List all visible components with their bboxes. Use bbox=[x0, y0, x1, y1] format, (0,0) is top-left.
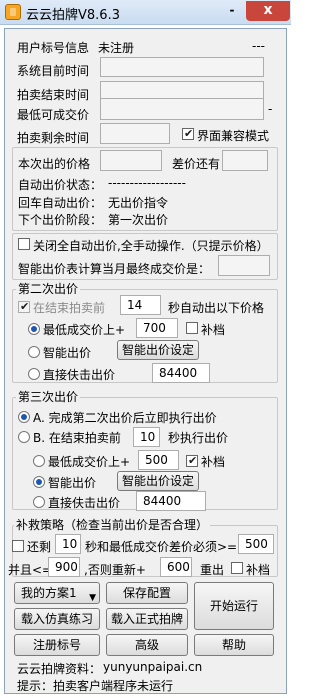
save-config-button[interactable]: 保存配置 bbox=[106, 582, 188, 604]
load-real-button[interactable]: 载入正式拍牌 bbox=[106, 608, 188, 630]
rescue-remain-suffix: 秒和最低成交价差价必须>= bbox=[85, 540, 238, 554]
third-opt-b-label: B. 在结束拍卖前 bbox=[33, 431, 121, 445]
second-before-end-suffix: 秒自动出以下价格 bbox=[168, 301, 265, 315]
rescue-diff-input[interactable]: 500 bbox=[238, 534, 274, 554]
rescue-else-label: ,否则重新+ bbox=[84, 563, 146, 577]
third-opt-a-label: A. 完成第二次出价后立即执行出价 bbox=[33, 411, 217, 425]
second-smart-settings-button[interactable]: 智能出价设定 bbox=[117, 340, 199, 360]
hint-label: 提示： bbox=[17, 679, 54, 693]
close-button[interactable]: x bbox=[246, 1, 290, 21]
min-price-label: 最低可成交价 bbox=[17, 108, 90, 122]
minimize-button[interactable]: - bbox=[221, 2, 243, 20]
third-opt-a-radio[interactable] bbox=[18, 411, 30, 423]
account-value: 未注册 bbox=[98, 41, 135, 55]
second-opt-min-label: 最低成交价上+ bbox=[43, 323, 126, 337]
rescue-fill-label: 补档 bbox=[246, 563, 271, 577]
third-opt-min-label: 最低成交价上+ bbox=[48, 455, 131, 469]
third-opt-smart-radio[interactable] bbox=[33, 476, 45, 488]
rescue-resubmit-label: 重出 bbox=[200, 563, 225, 577]
plan-select[interactable]: 我的方案1 ▼ bbox=[14, 582, 100, 604]
app-icon bbox=[5, 4, 21, 20]
hint-value: 拍卖客户端程序未运行 bbox=[53, 679, 174, 693]
system-time-field bbox=[100, 57, 264, 77]
second-opt-smart-label: 智能出价 bbox=[43, 346, 92, 360]
enter-auto-label: 回车自动出价： bbox=[18, 196, 103, 210]
third-opt-direct-input[interactable]: 84400 bbox=[136, 491, 206, 511]
close-all-auto-label: 关闭全自动出价,全手动操作.（只提示价格） bbox=[33, 239, 269, 253]
plan-select-value: 我的方案1 bbox=[21, 586, 77, 600]
advanced-button[interactable]: 高级 bbox=[106, 634, 188, 656]
this-bid-field bbox=[100, 150, 162, 171]
enter-auto-value: 无出价指令 bbox=[108, 196, 169, 210]
third-opt-b-radio[interactable] bbox=[18, 431, 30, 443]
close-all-auto-checkbox[interactable] bbox=[18, 238, 30, 250]
rescue-else-input[interactable]: 600 bbox=[160, 557, 192, 577]
second-opt-min-input[interactable]: 700 bbox=[136, 318, 178, 338]
remaining-time-field bbox=[100, 123, 170, 144]
this-bid-label: 本次出的价格 bbox=[18, 157, 91, 171]
auto-status-label: 自动出价状态： bbox=[18, 178, 103, 192]
second-fill-checkbox[interactable] bbox=[186, 322, 198, 334]
third-opt-direct-label: 直接伕击出价 bbox=[48, 496, 121, 510]
third-opt-b-suffix: 秒执行出价 bbox=[168, 431, 229, 445]
next-stage-value: 第一次出价 bbox=[108, 213, 169, 227]
second-opt-min-radio[interactable] bbox=[28, 323, 40, 335]
second-before-end-input[interactable]: 14 bbox=[120, 295, 161, 315]
remaining-time-label: 拍卖剩余时间 bbox=[17, 131, 90, 145]
account-extra: --- bbox=[252, 39, 265, 53]
window-title: 云云拍牌V8.6.3 bbox=[26, 8, 120, 23]
smart-calc-label: 智能出价表计算当月最终成交价是： bbox=[18, 262, 211, 276]
help-button[interactable]: 帮助 bbox=[194, 634, 274, 656]
site-link[interactable]: yunyunpaipai.cn bbox=[103, 660, 202, 674]
third-opt-min-input[interactable]: 500 bbox=[138, 450, 179, 470]
end-time-label: 拍卖结束时间 bbox=[17, 88, 90, 102]
start-run-button[interactable]: 开始运行 bbox=[194, 582, 274, 630]
compat-mode-label: 界面兼容模式 bbox=[197, 129, 270, 143]
chevron-down-icon: ▼ bbox=[89, 593, 96, 603]
rescue-remain-label: 还剩 bbox=[27, 540, 52, 554]
third-opt-b-input[interactable]: 10 bbox=[133, 427, 160, 447]
compat-mode-checkbox[interactable] bbox=[182, 128, 194, 140]
diff-label: 差价还有 bbox=[172, 157, 221, 171]
next-stage-label: 下个出价阶段： bbox=[18, 213, 103, 227]
rescue-fill-checkbox[interactable] bbox=[231, 562, 243, 574]
third-smart-settings-button[interactable]: 智能出价设定 bbox=[117, 471, 199, 491]
second-opt-smart-radio[interactable] bbox=[28, 346, 40, 358]
second-bid-legend: 第二次出价 bbox=[16, 280, 81, 297]
second-before-end-checkbox[interactable] bbox=[18, 301, 30, 313]
rescue-and-le-label: 并且<= bbox=[8, 563, 53, 577]
rescue-checkbox[interactable] bbox=[12, 540, 24, 552]
site-label: 云云拍牌资料： bbox=[17, 662, 102, 676]
system-time-label: 系统目前时间 bbox=[17, 64, 90, 78]
register-button[interactable]: 注册标号 bbox=[14, 634, 100, 656]
third-bid-legend: 第三次出价 bbox=[16, 388, 81, 405]
min-price-field bbox=[100, 98, 264, 120]
second-opt-direct-label: 直接伕击出价 bbox=[43, 368, 116, 382]
second-opt-direct-input[interactable]: 84400 bbox=[152, 363, 210, 383]
third-fill-label: 补档 bbox=[201, 455, 226, 469]
third-opt-min-radio[interactable] bbox=[33, 455, 45, 467]
rescue-and-le-input[interactable]: 900 bbox=[48, 557, 80, 577]
load-sim-button[interactable]: 载入仿真练习 bbox=[14, 608, 100, 630]
third-opt-direct-radio[interactable] bbox=[33, 496, 45, 508]
second-fill-label: 补档 bbox=[201, 323, 226, 337]
second-before-end-label: 在结束拍卖前 bbox=[33, 301, 106, 315]
third-opt-smart-label: 智能出价 bbox=[48, 476, 97, 490]
second-opt-direct-radio[interactable] bbox=[28, 368, 40, 380]
rescue-remain-input[interactable]: 10 bbox=[55, 534, 81, 554]
rescue-legend: 补救策略（检查当前出价是否合理） bbox=[14, 516, 211, 533]
diff-field bbox=[222, 150, 268, 171]
auto-status-value: ------------------ bbox=[108, 176, 186, 190]
smart-calc-field bbox=[218, 255, 270, 276]
title-bar: 云云拍牌V8.6.3 - x bbox=[0, 0, 291, 25]
min-price-suffix: - bbox=[268, 102, 273, 116]
third-fill-checkbox[interactable] bbox=[186, 455, 198, 467]
account-label: 用户标号信息 bbox=[17, 41, 90, 55]
